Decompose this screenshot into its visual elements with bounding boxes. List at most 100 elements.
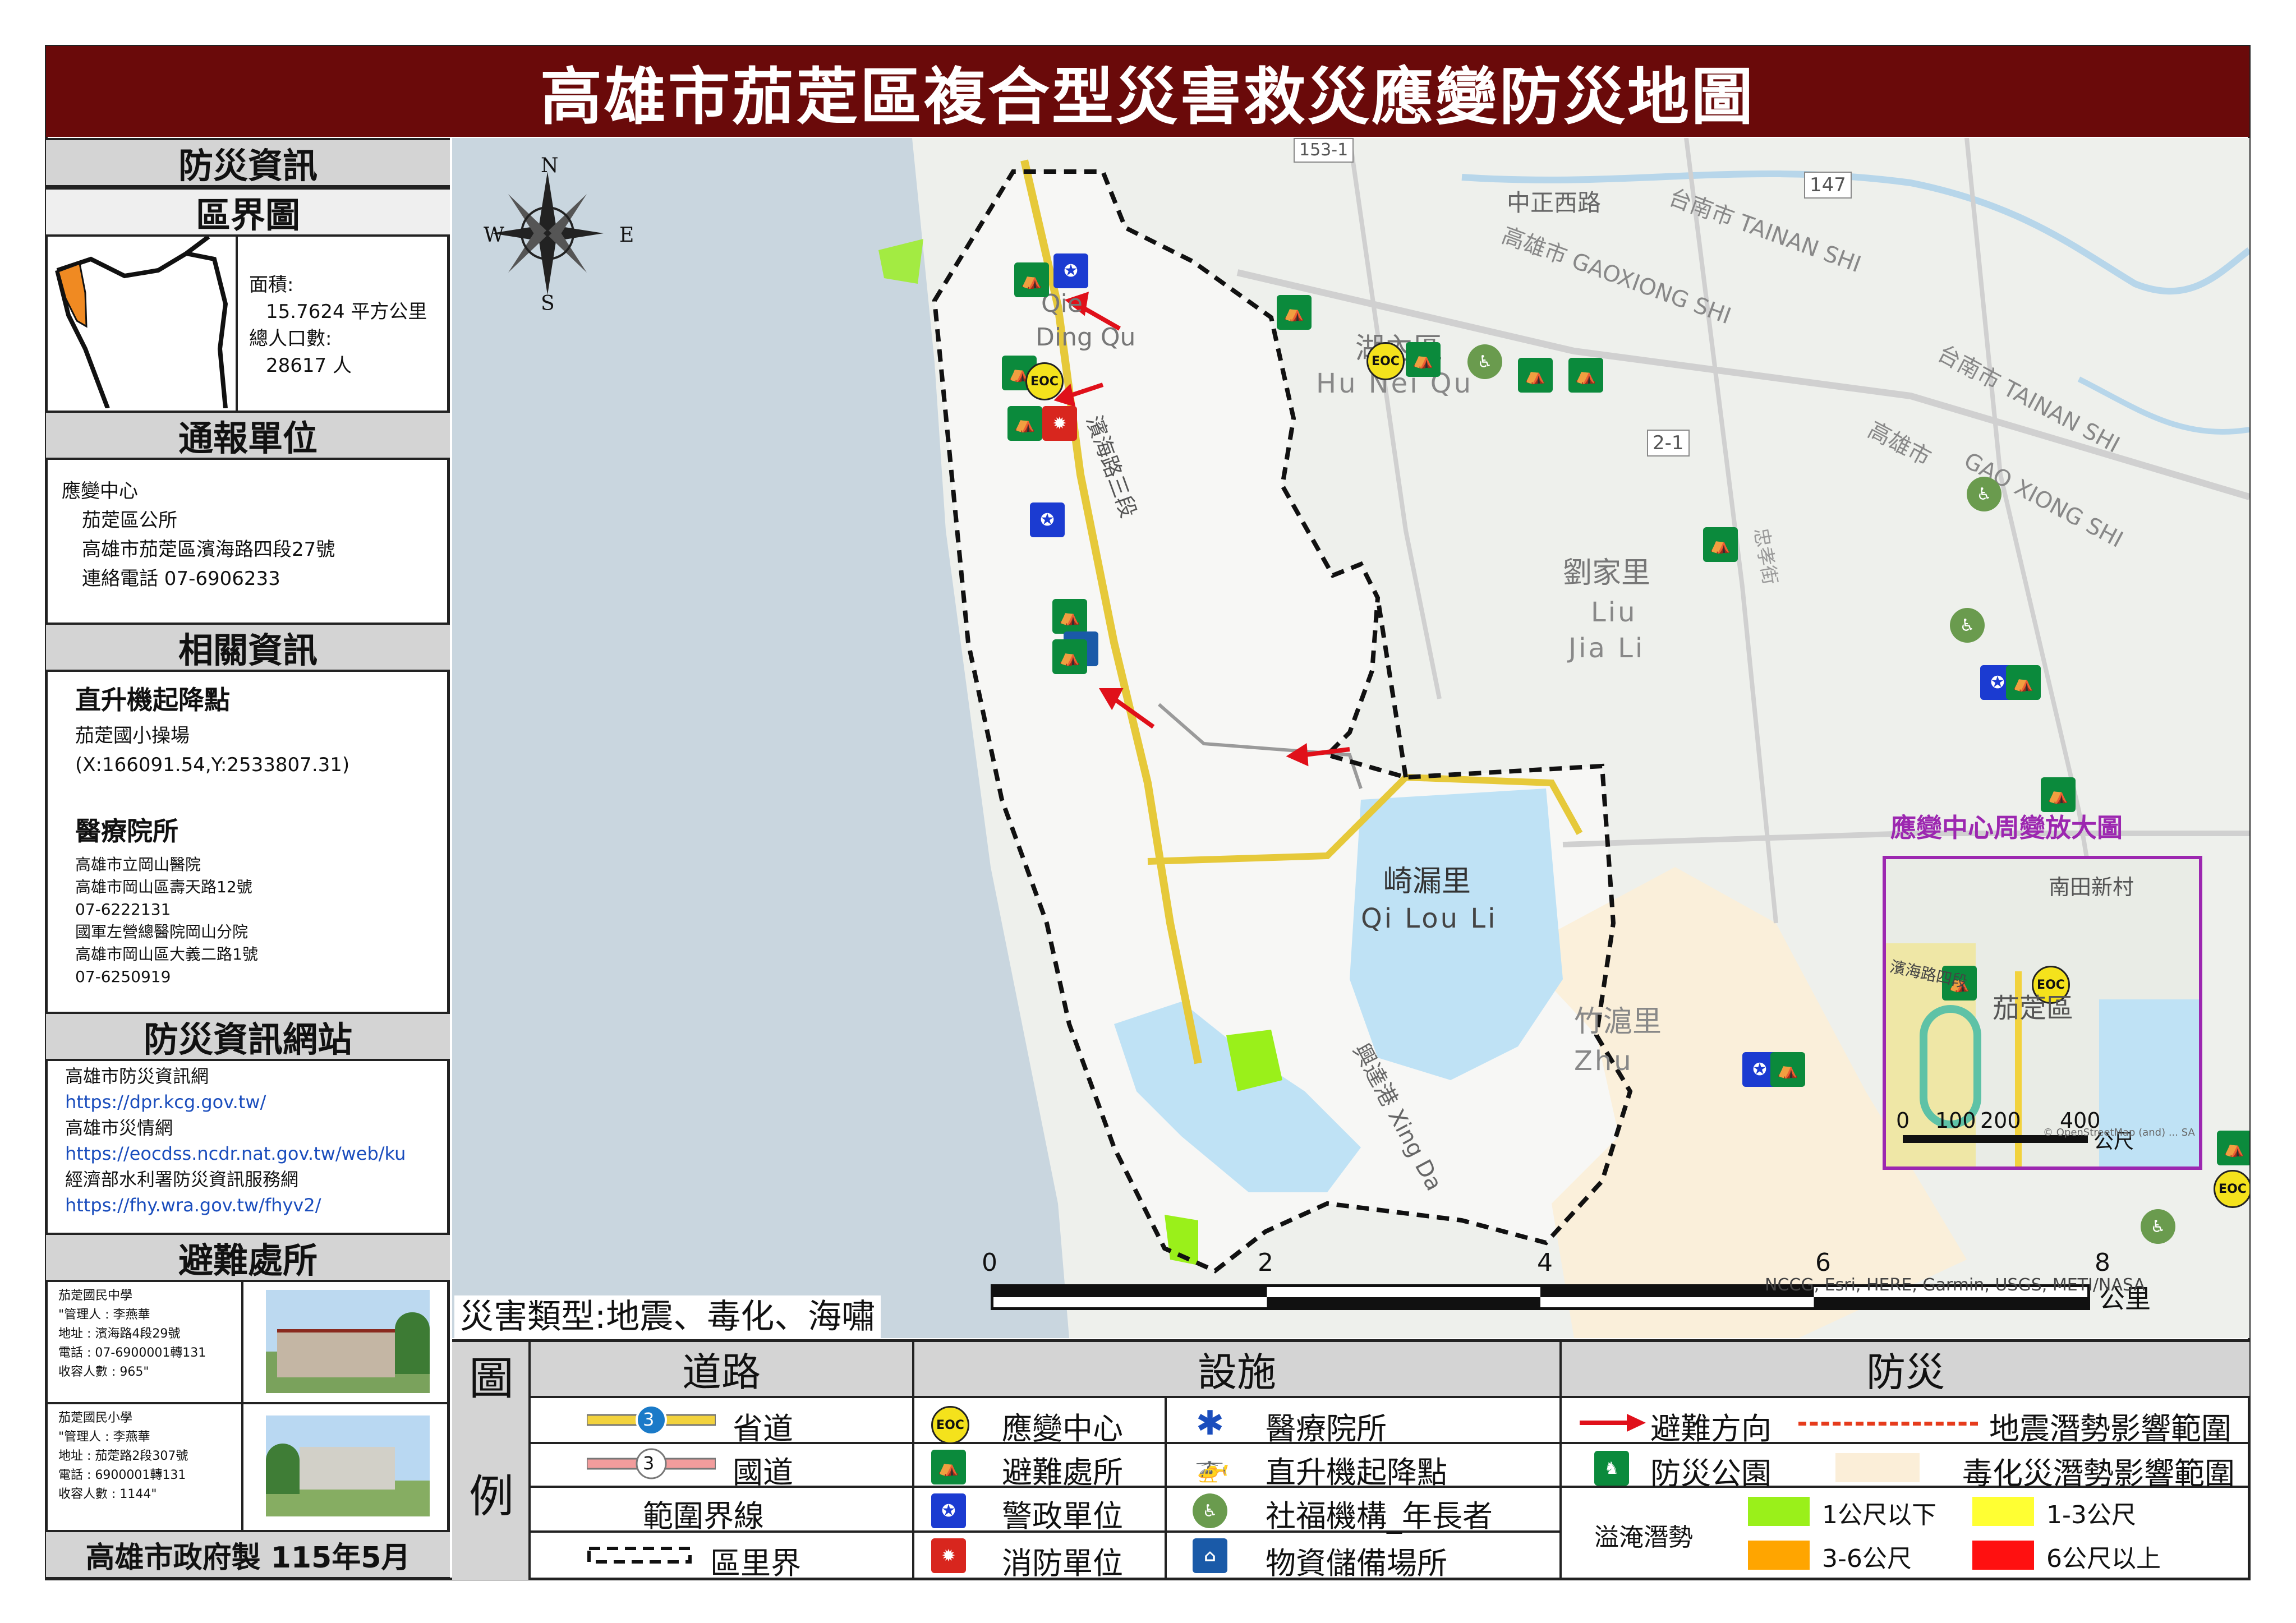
place-qieding-en2: Ding Qu <box>1036 323 1136 352</box>
website-link-2[interactable]: https://eocdss.ncdr.nat.gov.tw/web/ku <box>65 1141 406 1166</box>
elderly-care-icon[interactable]: ♿ <box>1967 477 2001 511</box>
legend-evac-direction: 避難方向 <box>1650 1411 1772 1446</box>
road-label-zhongzheng: 中正西路 <box>1507 189 1602 216</box>
shelter-icon: ⛺ <box>931 1450 966 1484</box>
map-title: 高雄市茄萣區複合型災害救災應變防災地圖 <box>46 46 2249 137</box>
section-boundary-map: 區界圖 <box>46 187 450 237</box>
legend-park: 防災公園 <box>1650 1456 1772 1491</box>
section-websites: 防災資訊網站 <box>46 1012 450 1061</box>
map-legend: 圖 例 道路 設施 防災 3 省道 3 國道 範圍界線 區里界 EOC 應變中心… <box>452 1339 2249 1581</box>
shelter-icon[interactable]: ⛺ <box>2006 665 2041 700</box>
shelter-1-manager: "管理人 : 李燕華 <box>58 1308 150 1322</box>
shelter-icon[interactable]: ⛺ <box>1052 639 1087 674</box>
shelter-icon[interactable]: ⛺ <box>1770 1052 1805 1087</box>
area-value: 15.7624 平方公里 <box>266 301 427 323</box>
police-icon[interactable]: ✪ <box>1053 253 1088 288</box>
legend-col-prevention: 防災 <box>1562 1342 2249 1398</box>
shelter-2-phone: 電話 : 6900001轉131 <box>58 1468 186 1482</box>
website-name-1: 高雄市防災資訊網 <box>65 1066 209 1087</box>
flood-swatch-3 <box>1748 1541 1810 1570</box>
legend-national: 國道 <box>733 1455 793 1490</box>
shelter-2-name: 茄萣國民小學 <box>58 1411 133 1425</box>
inset-label-qieding: 茄萣區 <box>1993 993 2074 1024</box>
legend-elderly: 社福機構_年長者 <box>1266 1498 1493 1534</box>
inset-scale-100: 100 <box>1935 1108 1976 1133</box>
legend-flood: 溢淹潛勢 <box>1594 1523 1693 1552</box>
legend-label-tu: 圖 <box>469 1353 514 1405</box>
inset-attribution: © OpenStreetMap (and) ... SA <box>2043 1127 2195 1138</box>
compass-e: E <box>619 224 634 247</box>
report-line-4: 連絡電話 07-6906233 <box>82 568 280 590</box>
shelter-icon[interactable]: ⛺ <box>1568 358 1603 393</box>
section-related-info: 相關資訊 <box>46 623 450 672</box>
flood-level-4: 6公尺以上 <box>2046 1544 2161 1573</box>
section-disaster-info: 防災資訊 <box>46 138 450 187</box>
place-liujia-zh: 劉家里 <box>1563 556 1651 590</box>
fire-station-icon[interactable]: ✹ <box>1042 406 1077 441</box>
report-line-1: 應變中心 <box>62 480 138 502</box>
medical-line-5: 高雄市岡山區大義二路1號 <box>75 945 258 963</box>
website-link-1[interactable]: https://dpr.kcg.gov.tw/ <box>65 1089 266 1115</box>
legend-village: 區里界 <box>710 1546 801 1581</box>
map-attribution: NCCG, Esri, HERE, Garmin, USGS, METI/NAS… <box>1765 1275 2146 1295</box>
flood-swatch-2 <box>1972 1497 2034 1526</box>
shelter-icon[interactable]: ⛺ <box>1703 527 1738 562</box>
legend-storage: 物資儲備場所 <box>1266 1546 1447 1581</box>
scale-tick-4: 4 <box>1537 1248 1553 1277</box>
eoc-icon[interactable]: EOC <box>1025 362 1064 400</box>
eoc-icon[interactable]: EOC <box>2214 1170 2249 1208</box>
main-map[interactable]: N S W E 崎漏里 Qi Lou Li 劉家里 Liu Jia Li 竹滬里… <box>452 138 2249 1338</box>
area-label: 面積: <box>249 274 294 296</box>
shelter-card: 茄萣國民小學 "管理人 : 李燕華 地址 : 茄萣路2段307號 電話 : 69… <box>46 1404 450 1530</box>
shelter-icon[interactable]: ⛺ <box>2217 1131 2249 1165</box>
shelter-icon[interactable]: ⛺ <box>2041 777 2076 812</box>
population-label: 總人口數: <box>249 328 332 350</box>
flood-swatch-4 <box>1972 1541 2034 1570</box>
toxic-zone-swatch <box>1835 1453 1920 1482</box>
medical-line-2: 高雄市岡山區壽天路12號 <box>75 878 252 896</box>
legend-col-road: 道路 <box>531 1342 912 1398</box>
website-name-2: 高雄市災情網 <box>65 1117 173 1138</box>
shelter-1-phone: 電話 : 07-6900001轉131 <box>58 1346 206 1360</box>
shelter-icon[interactable]: ⛺ <box>1518 358 1553 393</box>
flood-swatch-1 <box>1748 1497 1810 1526</box>
disaster-park-icon: ♞ <box>1594 1451 1629 1486</box>
website-name-3: 經濟部水利署防災資訊服務網 <box>65 1169 299 1190</box>
place-liujia-en2: Jia Li <box>1568 633 1645 664</box>
eoc-icon: EOC <box>931 1406 969 1444</box>
compass-w: W <box>484 224 505 247</box>
heliport-line-2: (X:166091.54,Y:2533807.31) <box>75 754 350 776</box>
shelter-icon[interactable]: ⛺ <box>1406 342 1441 377</box>
medical-line-6: 07-6250919 <box>75 967 171 986</box>
legend-toxic: 毒化災潛勢影響範圍 <box>1962 1456 2235 1491</box>
place-liujia-en: Liu <box>1591 597 1637 628</box>
elderly-care-icon[interactable]: ♿ <box>1467 344 1502 379</box>
inset-scale-0: 0 <box>1896 1108 1910 1133</box>
legend-heliport: 直升機起降點 <box>1266 1455 1447 1490</box>
shelter-icon[interactable]: ⛺ <box>1014 262 1049 297</box>
eoc-icon[interactable]: EOC <box>1366 342 1405 380</box>
police-icon[interactable]: ✪ <box>1030 502 1065 537</box>
shelter-icon[interactable]: ⛺ <box>1007 406 1042 441</box>
scale-tick-0: 0 <box>982 1248 997 1277</box>
shelter-icon[interactable]: ⛺ <box>1277 295 1312 330</box>
shelter-icon[interactable]: ⛺ <box>1052 599 1087 634</box>
road-number-153-1: 153-1 <box>1294 138 1354 163</box>
fire-station-icon: ✹ <box>931 1538 966 1573</box>
website-link-3[interactable]: https://fhy.wra.gov.tw/fhyv2/ <box>65 1192 321 1218</box>
shelter-2-photo <box>266 1415 430 1516</box>
elderly-care-icon[interactable]: ♿ <box>1950 608 1985 643</box>
legend-police: 警政單位 <box>1002 1498 1123 1534</box>
section-shelter: 避難處所 <box>46 1233 450 1282</box>
village-boundary-symbol <box>587 1547 692 1564</box>
elderly-care-icon[interactable]: ♿ <box>2141 1209 2175 1244</box>
legend-earthquake: 地震潛勢影響範圍 <box>1989 1411 2231 1446</box>
shelter-2-address: 地址 : 茄萣路2段307號 <box>58 1449 188 1463</box>
police-icon: ✪ <box>931 1493 966 1528</box>
shelter-2-manager: "管理人 : 李燕華 <box>58 1430 150 1444</box>
report-line-3: 高雄市茄萣區濱海路四段27號 <box>82 538 335 561</box>
shelter-1-name: 茄萣國民中學 <box>58 1289 133 1303</box>
legend-provincial: 省道 <box>733 1411 793 1446</box>
medical-line-3: 07-6222131 <box>75 900 171 919</box>
inset-map[interactable]: ⛺ EOC 南田新村 茄萣區 濱海路四段 0 100 200 400 公尺 © … <box>1883 856 2202 1170</box>
